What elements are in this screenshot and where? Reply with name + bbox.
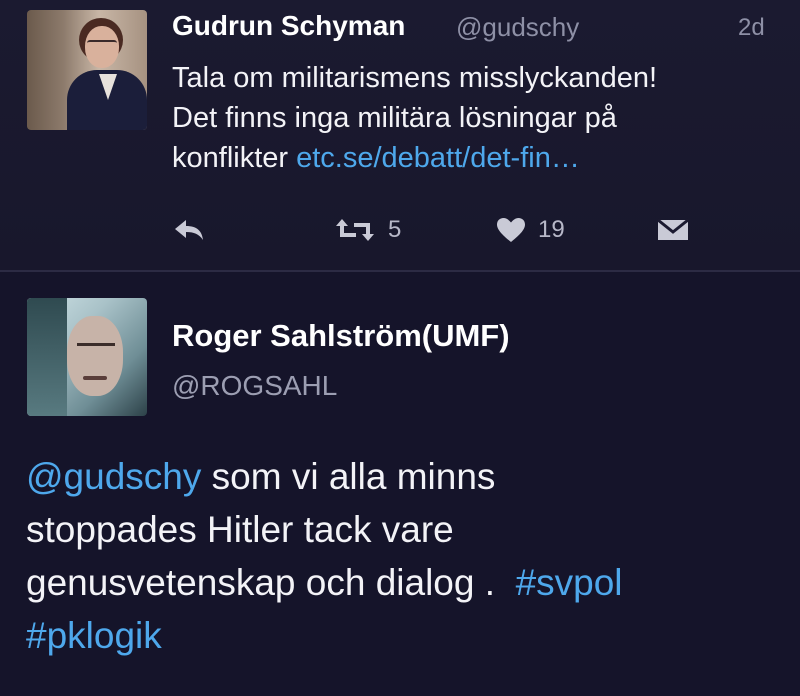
- avatar-glasses: [87, 40, 117, 48]
- tweet-text-line: konflikter etc.se/debatt/det-fin…: [172, 138, 792, 178]
- dm-button[interactable]: [656, 210, 690, 250]
- tweet-text-segment: genusvetenskap och dialog .: [26, 562, 496, 603]
- tweet-card-1[interactable]: Gudrun Schyman @gudschy 2d Tala om milit…: [0, 0, 800, 270]
- tweet-divider: [0, 270, 800, 272]
- author-name[interactable]: Roger Sahlström(UMF): [172, 318, 510, 354]
- heart-icon: [497, 218, 525, 242]
- avatar-mouth: [83, 376, 107, 380]
- mention-link[interactable]: @gudschy: [26, 456, 201, 497]
- author-handle[interactable]: @gudschy: [456, 12, 579, 43]
- tweet-text-line: genusvetenskap och dialog . #svpol: [26, 556, 786, 609]
- author-name[interactable]: Gudrun Schyman: [172, 10, 405, 42]
- tweet-text-line: @gudschy som vi alla minns: [26, 450, 786, 503]
- avatar-hair: [27, 298, 67, 416]
- tweet-text-segment: som vi alla minns: [211, 456, 496, 497]
- avatar-eyes: [77, 343, 115, 355]
- tweet-text-line: Det finns inga militära lösningar på: [172, 102, 617, 134]
- tweet-link[interactable]: etc.se/debatt/det-fin…: [296, 142, 580, 174]
- tweet-text: Tala om militarismens misslyckanden! Det…: [172, 58, 792, 178]
- tweet-text-line: #pklogik: [26, 609, 786, 662]
- hashtag-link[interactable]: #svpol: [516, 562, 623, 603]
- retweet-button[interactable]: 5: [334, 210, 401, 250]
- tweet-text: @gudschy som vi alla minns stoppades Hit…: [26, 450, 786, 662]
- avatar-gudrun[interactable]: [27, 10, 147, 130]
- reply-icon: [175, 220, 203, 240]
- avatar-roger[interactable]: [27, 298, 147, 416]
- like-button[interactable]: 19: [496, 210, 565, 250]
- author-handle[interactable]: @ROGSAHL: [172, 370, 337, 402]
- tweet-text-segment: konflikter: [172, 142, 289, 174]
- reply-button[interactable]: [172, 210, 206, 250]
- dm-icon: [657, 218, 689, 240]
- avatar-face: [67, 316, 123, 396]
- tweet-actions: 5 19: [0, 210, 800, 250]
- like-count: 19: [538, 216, 565, 243]
- tweet-timestamp: 2d: [738, 14, 765, 41]
- tweet-text-line: Tala om militarismens misslyckanden!: [172, 62, 658, 94]
- retweet-icon: [336, 219, 374, 241]
- retweet-count: 5: [388, 216, 402, 243]
- tweet-text-line: stoppades Hitler tack vare: [26, 509, 454, 550]
- hashtag-link[interactable]: #pklogik: [26, 615, 162, 656]
